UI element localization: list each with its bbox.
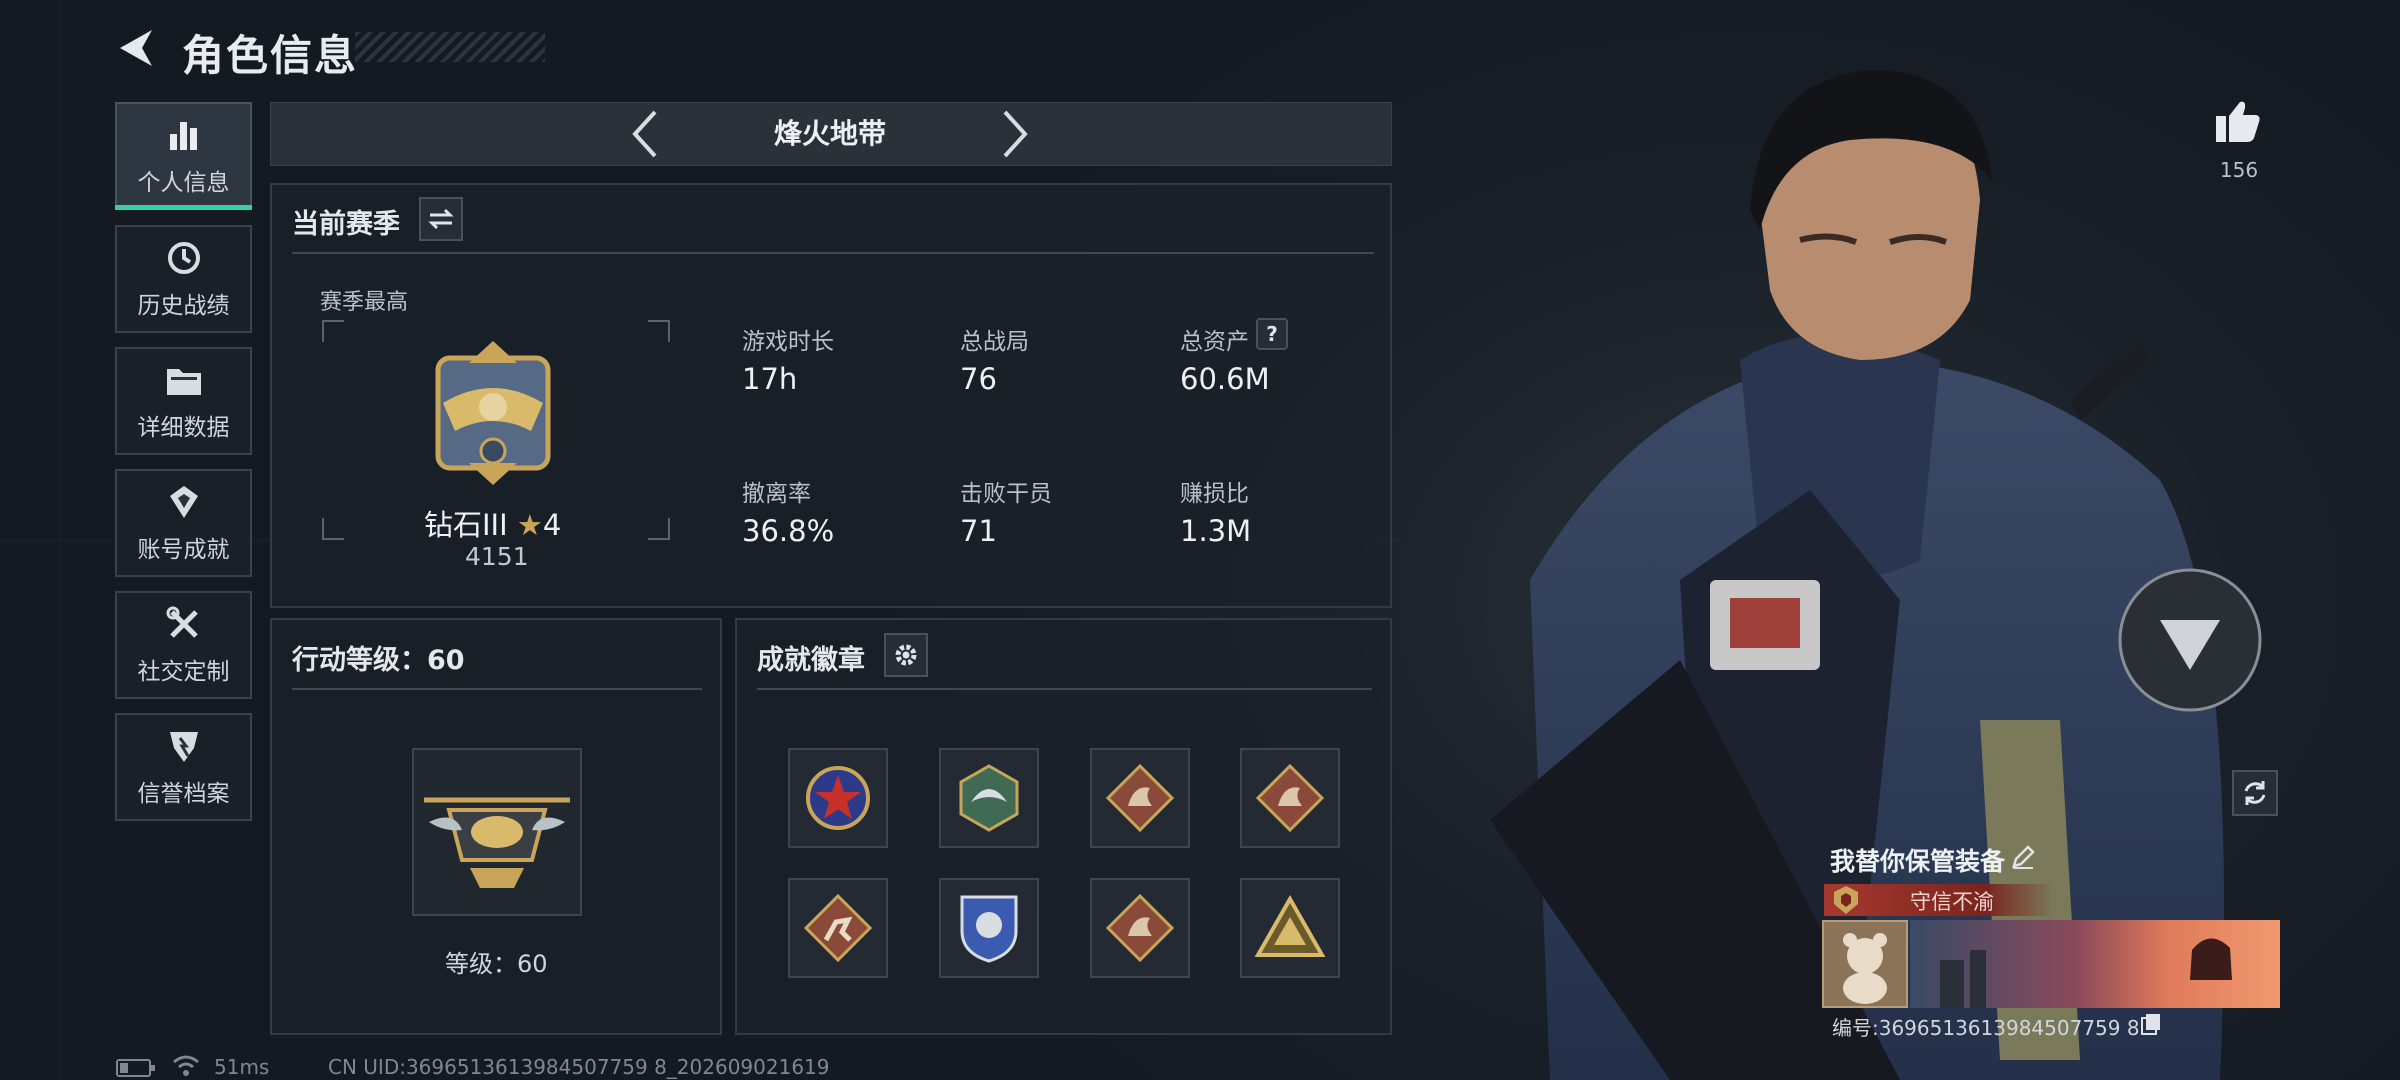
dragon-diamond-icon (1105, 893, 1175, 963)
sidebar-item-social[interactable]: 社交定制 (115, 591, 252, 699)
profile-card: 我替你保管装备 守信不渝 编号:3696513613984507759 8 (1822, 836, 2282, 1046)
rank-stars: 4 (542, 508, 562, 542)
page-title: 角色信息 (182, 31, 359, 80)
frame-corner (648, 518, 670, 540)
level-emblem-frame (412, 748, 582, 916)
like-count: 156 (2219, 158, 2259, 182)
edit-pencil-icon[interactable] (2010, 844, 2036, 870)
helicopter-emblem-icon (424, 797, 570, 888)
gear-icon (895, 644, 917, 666)
divider (757, 688, 1372, 690)
teddy-bear-icon (1843, 933, 1887, 1004)
star-emblem-icon (806, 766, 870, 830)
stat-label: 游戏时长 (742, 329, 834, 355)
sidebar-item-achievements[interactable]: 账号成就 (115, 469, 252, 577)
thumbs-up-icon[interactable] (2214, 98, 2262, 144)
question-icon: ? (1266, 322, 1278, 346)
stat-value: 1.3M (1180, 514, 1252, 548)
achievement-badge[interactable] (1240, 878, 1340, 978)
triangle-gold-icon (1254, 895, 1326, 957)
season-highest-label: 赛季最高 (320, 290, 409, 315)
frame-corner (322, 320, 344, 342)
sidebar-item-label: 详细数据 (137, 415, 230, 441)
credit-badge-icon (1834, 886, 1858, 914)
sidebar-item-label: 社交定制 (137, 659, 230, 685)
switch-season-button[interactable] (419, 197, 463, 241)
achievement-badge[interactable] (939, 878, 1039, 978)
achievement-badge[interactable] (788, 878, 888, 978)
stat-value: 60.6M (1180, 362, 1270, 396)
diamond-rank-emblem-icon (435, 341, 551, 485)
rank-label: 钻石III ★4 (424, 502, 561, 544)
player-id: 编号:3696513613984507759 8 (1832, 1016, 2140, 1040)
chevron-right-icon[interactable] (995, 108, 1035, 160)
stat-value: 76 (960, 362, 997, 396)
star-icon: ★ (516, 508, 543, 542)
dragon-diamond-icon (1255, 763, 1325, 833)
uid-text: CN UID:3696513613984507759 8_20260902161… (328, 1055, 830, 1079)
dragon-diamond-icon (1105, 763, 1175, 833)
stat-label: 击败干员 (960, 481, 1052, 507)
wifi-icon (173, 1055, 199, 1076)
achievement-icon (164, 482, 204, 522)
sidebar-item-label: 账号成就 (137, 537, 230, 563)
profile-banner (1910, 920, 2280, 1008)
sidebar-item-history[interactable]: 历史战绩 (115, 225, 252, 333)
avatar[interactable] (1822, 920, 1908, 1008)
swap-icon (428, 208, 454, 230)
folder-icon (164, 360, 204, 400)
achievement-badge[interactable] (939, 748, 1039, 848)
stat-value: 71 (960, 514, 997, 548)
refresh-icon (2244, 781, 2266, 805)
frame-corner (648, 320, 670, 342)
stat-label: 总资产 (1180, 329, 1249, 355)
stat-label: 赚损比 (1180, 481, 1249, 507)
ping-value: 51ms (214, 1055, 270, 1079)
back-arrow-icon[interactable] (112, 26, 162, 70)
stat-value: 36.8% (742, 514, 835, 548)
help-button[interactable]: ? (1256, 318, 1288, 350)
divider (292, 252, 1374, 254)
season-title: 当前赛季 (292, 209, 400, 240)
sidebar-item-detailed-data[interactable]: 详细数据 (115, 347, 252, 455)
mode-title: 烽火地带 (773, 117, 886, 150)
level-title: 行动等级：60 (292, 645, 465, 676)
grid-line (60, 0, 61, 1080)
achievement-badge[interactable] (1090, 878, 1190, 978)
tools-icon (164, 604, 204, 644)
banner-illustration (1940, 938, 2232, 1008)
achievement-badge[interactable] (1240, 748, 1340, 848)
achievement-badge[interactable] (1090, 748, 1190, 848)
rank-score: 4151 (465, 542, 529, 571)
sidebar-item-credit[interactable]: 信誉档案 (115, 713, 252, 821)
frame-corner (322, 518, 344, 540)
battery-icon (116, 1059, 155, 1077)
divider (292, 688, 702, 690)
achievements-title: 成就徽章 (757, 645, 865, 676)
stat-label: 撤离率 (742, 481, 811, 507)
credit-icon (164, 726, 204, 766)
shield-crest-icon (960, 895, 1018, 963)
stat-value: 17h (742, 362, 798, 396)
sidebar-item-label: 历史战绩 (137, 293, 230, 319)
title-decoration (355, 32, 545, 62)
sidebar-item-personal-info[interactable]: 个人信息 (115, 102, 252, 210)
nickname: 我替你保管装备 (1830, 847, 2006, 876)
wing-hex-icon (959, 764, 1019, 832)
refresh-button[interactable] (2232, 770, 2278, 816)
credit-title: 守信不渝 (1910, 890, 1994, 914)
history-icon (164, 238, 204, 278)
level-caption: 等级：60 (445, 950, 548, 978)
sidebar-item-label: 信誉档案 (137, 781, 230, 807)
achievement-settings-button[interactable] (884, 633, 928, 677)
copy-icon[interactable] (2140, 1012, 2162, 1036)
sidebar-item-label: 个人信息 (137, 170, 230, 196)
runner-diamond-icon (803, 893, 873, 963)
achievement-badge[interactable] (788, 748, 888, 848)
bar-chart-icon (164, 115, 204, 155)
stat-label: 总战局 (960, 329, 1029, 355)
rank-name: 钻石III (424, 508, 508, 542)
chevron-left-icon[interactable] (625, 108, 665, 160)
